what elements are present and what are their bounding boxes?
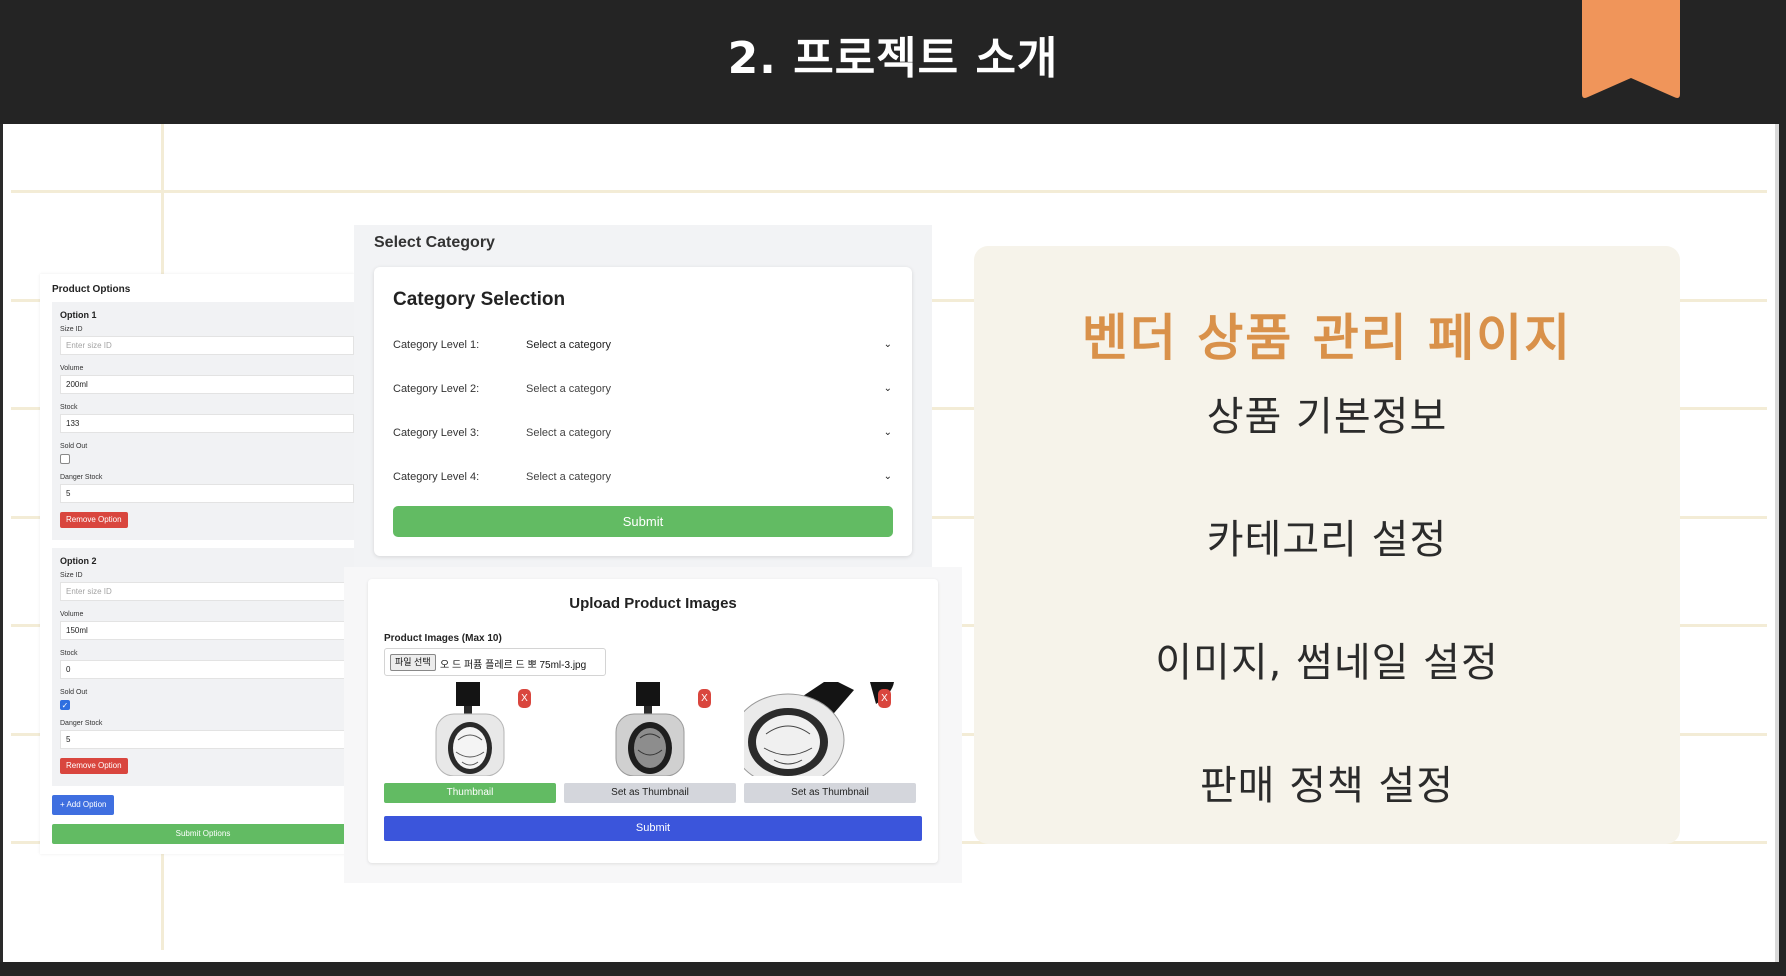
feature-item: 상품 기본정보 — [1206, 394, 1448, 440]
category-level-label: Category Level 3: — [393, 427, 480, 439]
category-level-label: Category Level 4: — [393, 471, 480, 483]
chevron-down-icon: ⌄ — [883, 427, 892, 438]
feature-summary-title: 벤더 상품 관리 페이지 — [1081, 309, 1573, 367]
bookmark-ribbon-icon — [1582, 0, 1680, 98]
upload-panel: Upload Product Images Product Images (Ma… — [344, 567, 962, 883]
sold-out-checkbox[interactable] — [60, 454, 70, 464]
product-options-title: Product Options — [52, 284, 131, 295]
remove-image-button[interactable]: X — [878, 689, 891, 708]
file-input[interactable]: 파일 선택 오 드 퍼퓸 플레르 드 뽀 75ml-3.jpg — [384, 648, 606, 676]
slide-bottom-edge — [0, 962, 1786, 976]
remove-option-button[interactable]: Remove Option — [60, 758, 128, 774]
set-as-thumbnail-button[interactable]: Set as Thumbnail — [564, 783, 736, 803]
category-select-value: Select a category — [526, 427, 611, 439]
option-heading: Option 1 — [60, 310, 97, 320]
stock-label: Stock — [60, 650, 78, 657]
volume-label: Volume — [60, 611, 84, 618]
category-submit-button[interactable]: Submit — [393, 506, 893, 537]
product-images-label: Product Images (Max 10) — [384, 633, 502, 644]
slide-title: 2. 프로젝트 소개 — [727, 33, 1059, 84]
category-select-value: Select a category — [526, 383, 611, 395]
category-select-value: Select a category — [526, 471, 611, 483]
remove-image-button[interactable]: X — [698, 689, 711, 708]
category-panel: Select Category Category Selection Categ… — [354, 225, 932, 567]
category-level-label: Category Level 1: — [393, 339, 480, 351]
upload-submit-button[interactable]: Submit — [384, 816, 922, 841]
category-selection-card: Category Selection Category Level 1: Sel… — [374, 267, 912, 556]
add-option-button[interactable]: + Add Option — [52, 795, 115, 815]
grid-line — [11, 190, 1767, 193]
upload-card: Upload Product Images Product Images (Ma… — [368, 579, 938, 863]
stock-input[interactable]: 133 — [60, 414, 354, 433]
size-id-label: Size ID — [60, 326, 83, 333]
size-id-label: Size ID — [60, 572, 83, 579]
thumbnail-button[interactable]: Thumbnail — [384, 783, 556, 803]
sold-out-checkbox[interactable]: ✓ — [60, 700, 70, 710]
category-level-label: Category Level 2: — [393, 383, 480, 395]
option-heading: Option 2 — [60, 556, 97, 566]
feature-item: 카테고리 설정 — [1206, 517, 1448, 563]
feature-summary-card: 벤더 상품 관리 페이지 상품 기본정보 카테고리 설정 이미지, 썸네일 설정… — [974, 246, 1680, 844]
sold-out-label: Sold Out — [60, 443, 88, 450]
category-level-3-select[interactable]: Select a category ⌄ — [526, 422, 894, 446]
feature-item: 판매 정책 설정 — [1199, 763, 1455, 809]
choose-file-button[interactable]: 파일 선택 — [390, 654, 436, 671]
product-options-panel: Product Options Option 1 Size ID Enter s… — [40, 274, 354, 854]
option-card: Option 1 Size ID Enter size ID Volume 20… — [52, 302, 354, 540]
sold-out-label: Sold Out — [60, 689, 88, 696]
category-level-1-select[interactable]: Select a category ⌄ — [526, 334, 894, 358]
category-level-2-select[interactable]: Select a category ⌄ — [526, 378, 894, 402]
remove-option-button[interactable]: Remove Option — [60, 512, 128, 528]
danger-stock-input[interactable]: 5 — [60, 484, 354, 503]
volume-input[interactable]: 150ml — [60, 621, 354, 640]
option-card: Option 2 Size ID Enter size ID Volume 15… — [52, 548, 354, 786]
chevron-down-icon: ⌄ — [883, 339, 892, 350]
submit-options-button[interactable]: Submit Options — [52, 824, 354, 844]
stock-input[interactable]: 0 — [60, 660, 354, 679]
set-as-thumbnail-button[interactable]: Set as Thumbnail — [744, 783, 916, 803]
select-category-heading: Select Category — [374, 234, 495, 251]
upload-title: Upload Product Images — [569, 595, 737, 612]
feature-item: 이미지, 썸네일 설정 — [1155, 640, 1499, 686]
danger-stock-label: Danger Stock — [60, 720, 103, 727]
category-level-4-select[interactable]: Select a category ⌄ — [526, 466, 894, 490]
size-id-input[interactable]: Enter size ID — [60, 582, 354, 601]
danger-stock-input[interactable]: 5 — [60, 730, 354, 749]
slide-edge — [1775, 124, 1779, 962]
chevron-down-icon: ⌄ — [883, 383, 892, 394]
chevron-down-icon: ⌄ — [883, 471, 892, 482]
stock-label: Stock — [60, 404, 78, 411]
file-name: 오 드 퍼퓸 플레르 드 뽀 75ml-3.jpg — [440, 660, 587, 671]
remove-image-button[interactable]: X — [518, 689, 531, 708]
category-select-value: Select a category — [526, 339, 611, 351]
size-id-input[interactable]: Enter size ID — [60, 336, 354, 355]
danger-stock-label: Danger Stock — [60, 474, 103, 481]
volume-label: Volume — [60, 365, 84, 372]
volume-input[interactable]: 200ml — [60, 375, 354, 394]
category-selection-title: Category Selection — [393, 289, 566, 310]
